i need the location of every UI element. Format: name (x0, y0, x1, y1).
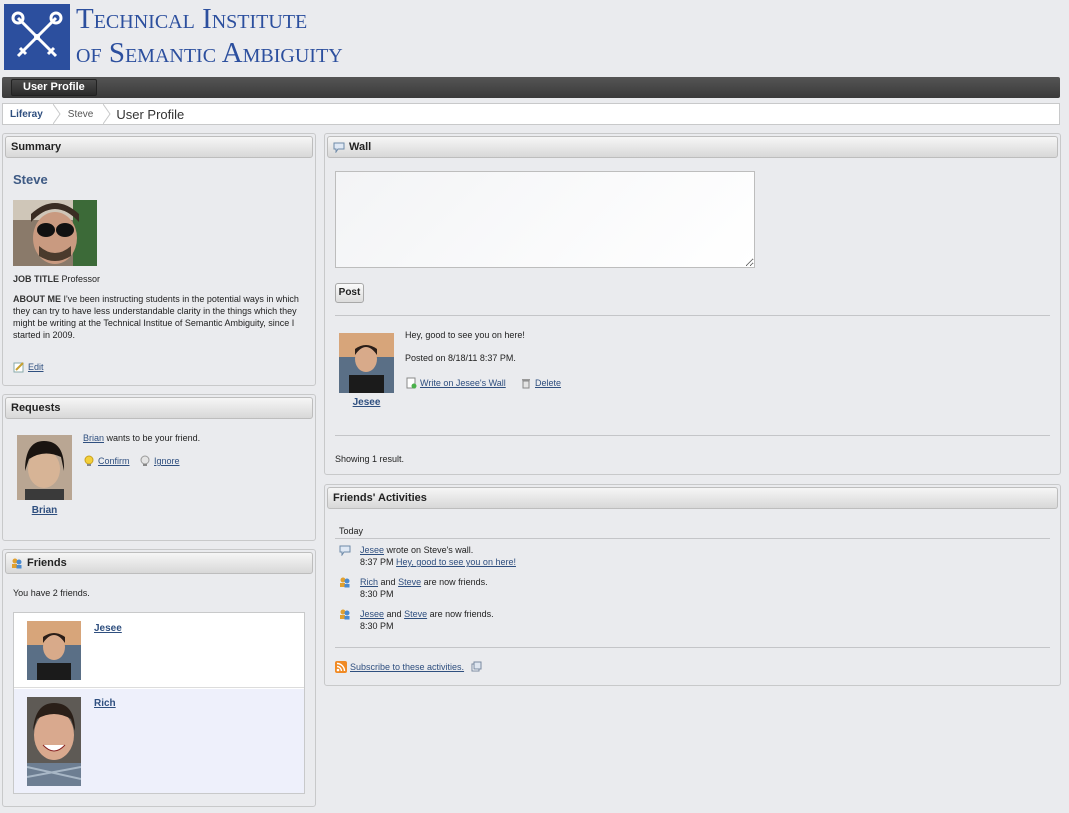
site-title: Technical Institute of Semantic Ambiguit… (76, 2, 343, 70)
activity-actor-link[interactable]: Jesee (360, 545, 384, 555)
breadcrumb-separator-icon (103, 104, 111, 124)
site-title-line2: of Semantic Ambiguity (76, 37, 343, 69)
friend-name-jesee[interactable]: Jesee (94, 623, 122, 634)
speech-bubble-icon (333, 142, 345, 153)
activity-text: wrote on Steve's wall. (386, 545, 474, 555)
friend-request-message: Brian wants to be your friend. (83, 433, 200, 443)
lightbulb-off-icon (140, 455, 150, 466)
post-button[interactable]: Post (335, 283, 364, 303)
breadcrumb-item-liferay[interactable]: Liferay (3, 104, 53, 124)
ignore-action[interactable]: Ignore (139, 455, 180, 467)
job-title-label: JOB TITLE (13, 274, 60, 284)
friends-activities-portlet: Friends' Activities Today Jesee wrote on… (324, 484, 1061, 686)
wall-entry-timestamp: Posted on 8/18/11 8:37 PM. (405, 353, 516, 363)
about-me: ABOUT ME I've been instructing students … (13, 293, 303, 341)
edit-link[interactable]: Edit (13, 361, 44, 373)
divider (335, 315, 1050, 316)
friends-count: You have 2 friends. (13, 588, 90, 598)
request-message-text: wants to be your friend. (106, 433, 201, 443)
activity-target-link[interactable]: Steve (404, 609, 427, 619)
request-from-link[interactable]: Brian (83, 433, 104, 443)
list-item[interactable]: Rich (14, 689, 304, 793)
requests-portlet: Requests Brian Brian wants to be your fr… (2, 394, 316, 541)
confirm-action[interactable]: Confirm (83, 455, 130, 467)
profile-photo-brian[interactable] (17, 435, 72, 500)
requests-caption[interactable]: Brian (17, 505, 72, 516)
delete-link[interactable]: Delete (535, 378, 561, 388)
friends-icon (340, 609, 350, 620)
activity-text: are now friends. (423, 577, 488, 587)
friend-name-rich[interactable]: Rich (94, 698, 116, 709)
site-title-line1: Technical Institute (76, 3, 308, 35)
divider (335, 647, 1050, 648)
activity-time: 8:30 PM (360, 589, 394, 599)
summary-title-text: Summary (11, 141, 62, 153)
friends-title-text: Friends (27, 557, 67, 569)
breadcrumb-item-steve[interactable]: Steve (61, 104, 104, 124)
breadcrumb-separator-icon (52, 104, 61, 124)
activity-conjunction: and (380, 577, 396, 587)
activity-time: 8:30 PM (360, 621, 394, 631)
job-title-row: JOB TITLE Professor (13, 274, 100, 284)
requests-portlet-title: Requests (5, 397, 313, 419)
wall-entry-photo-jesee[interactable] (339, 333, 394, 393)
write-on-wall-link[interactable]: Write on Jesee's Wall (420, 378, 506, 388)
wall-portlet: Wall Post Jesee Hey, good to see you on … (324, 133, 1061, 475)
divider (335, 538, 1050, 539)
friend-photo-rich[interactable] (27, 697, 81, 786)
activity-wall-post-link[interactable]: Hey, good to see you on here! (396, 557, 516, 567)
activity-day-label: Today (339, 526, 364, 536)
activity-target-link[interactable]: Steve (398, 577, 421, 587)
speech-bubble-icon (339, 545, 351, 556)
edit-link-label[interactable]: Edit (28, 362, 44, 372)
wall-portlet-title: Wall (327, 136, 1058, 158)
activity-time: 8:37 PM (360, 557, 394, 567)
activities-title-text: Friends' Activities (333, 492, 427, 504)
activity-text: are now friends. (429, 609, 494, 619)
requests-title-text: Requests (11, 402, 61, 414)
new-page-icon (406, 377, 417, 389)
job-title-value: Professor (61, 274, 101, 284)
activity-conjunction: and (386, 609, 402, 619)
main-navigation: User Profile (2, 77, 1060, 98)
lightbulb-on-icon (84, 455, 94, 466)
friends-portlet: Friends You have 2 friends. Jesee Rich (2, 549, 316, 807)
nav-tab-user-profile[interactable]: User Profile (11, 79, 97, 96)
activity-actor-link[interactable]: Jesee (360, 609, 384, 619)
friends-portlet-title: Friends (5, 552, 313, 574)
trash-icon (522, 379, 530, 389)
institute-logo[interactable] (4, 4, 70, 70)
list-item[interactable]: Jesee (14, 613, 304, 688)
breadcrumb-item-current: User Profile (116, 106, 185, 122)
ignore-link[interactable]: Ignore (154, 456, 180, 466)
profile-name: Steve (13, 172, 48, 187)
divider (335, 435, 1050, 436)
edit-icon (13, 362, 24, 373)
wall-entry-author[interactable]: Jesee (339, 397, 394, 408)
activity-actor-link[interactable]: Rich (360, 577, 378, 587)
about-me-label: ABOUT ME (13, 294, 61, 304)
breadcrumb: Liferay Steve User Profile (2, 103, 1060, 125)
activities-portlet-title: Friends' Activities (327, 487, 1058, 509)
summary-portlet-title: Summary (5, 136, 313, 158)
subscribe-action[interactable]: Subscribe to these activities. (335, 661, 482, 673)
profile-photo-steve (13, 200, 97, 266)
wall-entry-message: Hey, good to see you on here! (405, 330, 525, 340)
wall-post-textarea[interactable] (335, 171, 755, 268)
write-on-wall-action[interactable]: Write on Jesee's Wall (405, 377, 506, 389)
friend-photo-jesee[interactable] (27, 621, 81, 680)
friends-icon (340, 577, 350, 588)
external-window-icon (471, 661, 482, 672)
friends-list: Jesee Rich (13, 612, 305, 794)
summary-portlet: Summary Steve JOB TITLE Professor ABOUT … (2, 133, 316, 386)
subscribe-link[interactable]: Subscribe to these activities. (350, 662, 464, 672)
crossed-keys-icon (4, 4, 70, 70)
delete-action[interactable]: Delete (520, 377, 561, 389)
friends-icon (12, 558, 22, 569)
confirm-link[interactable]: Confirm (98, 456, 130, 466)
wall-results-count: Showing 1 result. (335, 454, 405, 464)
rss-icon (335, 661, 347, 673)
wall-title-text: Wall (349, 141, 372, 153)
